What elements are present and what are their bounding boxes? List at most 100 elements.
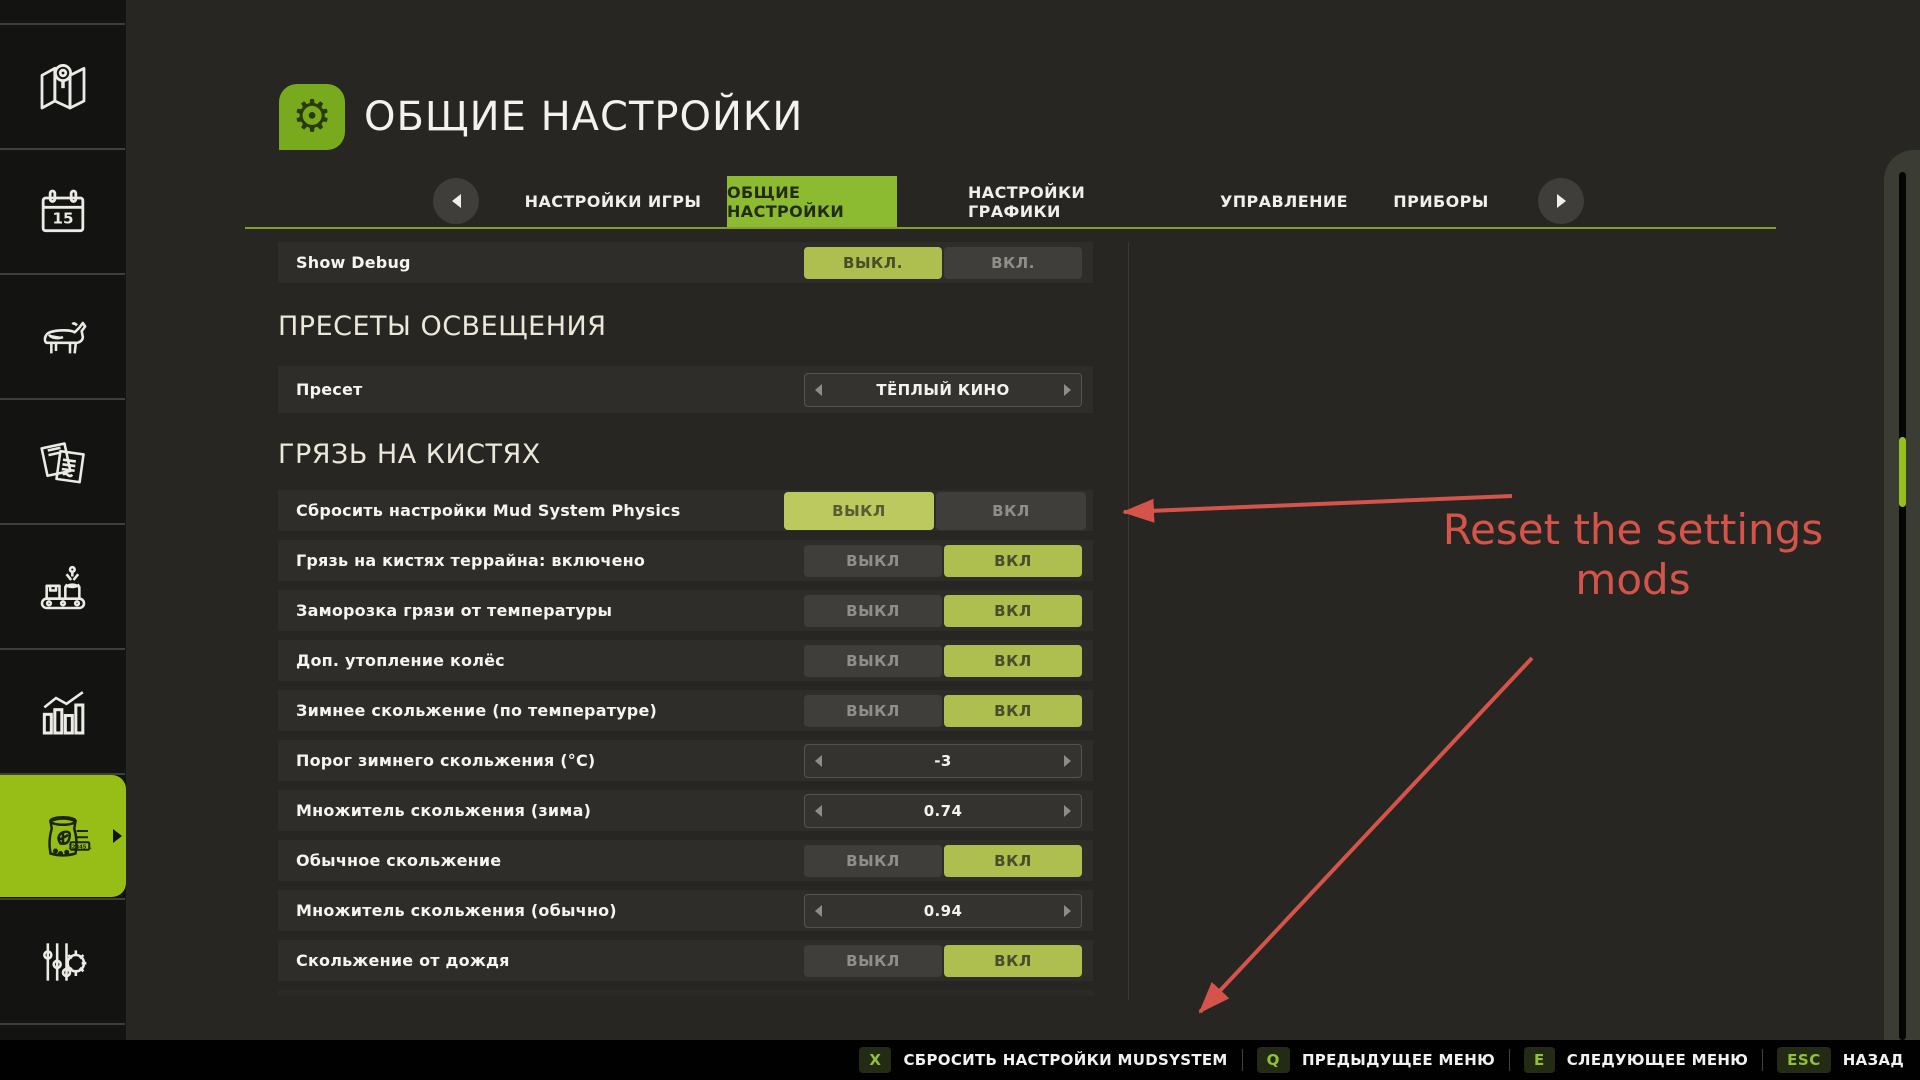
- keybind-label: СБРОСИТЬ НАСТРОЙКИ MUDSYSTEM: [903, 1051, 1227, 1069]
- setting-label: Порог зимнего скольжения (°C): [278, 751, 595, 770]
- stepper-value: -3: [805, 752, 1081, 770]
- key-badge-esc: ESC: [1777, 1047, 1831, 1073]
- toggle-off-button[interactable]: ВЫКЛ: [804, 595, 942, 627]
- stepper-winter-threshold: -3: [804, 744, 1082, 778]
- keybind-next-menu[interactable]: E СЛЕДУЮЩЕЕ МЕНЮ: [1524, 1047, 1748, 1073]
- setting-label: Заморозка грязи от температуры: [278, 601, 612, 620]
- annotation-line2: mods: [1408, 555, 1858, 605]
- row-show-debug: Show Debug ВЫКЛ. ВКЛ.: [278, 242, 1093, 283]
- row-winter-slip: Зимнее скольжение (по температуре) ВЫКЛ …: [278, 690, 1093, 731]
- stepper-value: 0.74: [805, 802, 1081, 820]
- annotation-text: Reset the settings mods: [1408, 505, 1858, 604]
- toggle-show-debug: ВЫКЛ. ВКЛ.: [804, 247, 1082, 279]
- row-mud-freeze: Заморозка грязи от температуры ВЫКЛ ВКЛ: [278, 590, 1093, 631]
- setting-label: Обычное скольжение: [278, 851, 501, 870]
- sidebar-item-settings[interactable]: [0, 900, 126, 1023]
- tab-general-settings-active[interactable]: ОБЩИЕ НАСТРОЙКИ: [727, 176, 897, 227]
- row-normal-slip: Обычное скольжение ВЫКЛ ВКЛ: [278, 840, 1093, 881]
- scrollbar-thumb[interactable]: [1899, 437, 1906, 507]
- key-badge-x: X: [859, 1047, 891, 1073]
- row-wheel-sink: Доп. утопление колёс ВЫКЛ ВКЛ: [278, 640, 1093, 681]
- sliders-gear-icon: [35, 934, 91, 990]
- content-divider: [1128, 242, 1129, 1000]
- tab-graphics-settings[interactable]: НАСТРОЙКИ ГРАФИКИ: [968, 176, 1184, 227]
- map-icon: [35, 59, 91, 115]
- toggle-on-button[interactable]: ВКЛ: [944, 945, 1082, 977]
- sidebar-item-statistics[interactable]: [0, 650, 126, 773]
- stepper-increase-icon[interactable]: [1064, 384, 1071, 396]
- toggle-mud-terrain: ВЫКЛ ВКЛ: [804, 545, 1082, 577]
- bottom-bar-divider: [1242, 1049, 1243, 1071]
- tabs-prev-button[interactable]: [433, 178, 479, 224]
- sidebar-item-animals[interactable]: [0, 275, 126, 398]
- toggle-winter-slip: ВЫКЛ ВКЛ: [804, 695, 1082, 727]
- toggle-off-button[interactable]: ВЫКЛ: [804, 945, 942, 977]
- toggle-on-button[interactable]: ВКЛ: [936, 492, 1086, 530]
- row-mud-terrain: Грязь на кистях террайна: включено ВЫКЛ …: [278, 540, 1093, 581]
- setting-label: Show Debug: [278, 253, 411, 272]
- keybind-label: НАЗАД: [1843, 1051, 1904, 1069]
- stepper-increase-icon[interactable]: [1064, 905, 1071, 917]
- scrollbar-track[interactable]: [1899, 172, 1906, 1040]
- stepper-value: ТЁПЛЫЙ КИНО: [805, 381, 1081, 399]
- keybind-back[interactable]: ESC НАЗАД: [1777, 1047, 1904, 1073]
- tab-underline: [245, 227, 1776, 229]
- bar-chart-icon: [35, 684, 91, 740]
- tabs-next-button[interactable]: [1538, 178, 1584, 224]
- setting-label: Множитель скольжения (зима): [278, 801, 591, 820]
- keybind-previous-menu[interactable]: Q ПРЕДЫДУЩЕЕ МЕНЮ: [1257, 1047, 1495, 1073]
- annotation-line1: Reset the settings: [1408, 505, 1858, 555]
- row-winter-slip-threshold: Порог зимнего скольжения (°C) -3: [278, 740, 1093, 781]
- sidebar-item-calendar[interactable]: 15: [0, 150, 126, 273]
- setting-label: Доп. утопление колёс: [278, 651, 505, 670]
- tab-controls[interactable]: УПРАВЛЕНИЕ: [1212, 176, 1356, 227]
- scrollbar-gutter: [1884, 150, 1920, 1040]
- row-rain-slip: Скольжение от дождя ВЫКЛ ВКЛ: [278, 940, 1093, 981]
- setting-label: Пресет: [278, 380, 363, 399]
- stepper-decrease-icon[interactable]: [815, 805, 822, 817]
- stepper-decrease-icon[interactable]: [815, 384, 822, 396]
- toggle-off-button[interactable]: ВЫКЛ: [804, 845, 942, 877]
- sidebar-item-production[interactable]: [0, 525, 126, 648]
- toggle-on-button[interactable]: ВКЛ: [944, 645, 1082, 677]
- setting-label: Множитель скольжения (обычно): [278, 901, 617, 920]
- bottom-keybind-bar: X СБРОСИТЬ НАСТРОЙКИ MUDSYSTEM Q ПРЕДЫДУ…: [0, 1040, 1920, 1080]
- tab-game-settings[interactable]: НАСТРОЙКИ ИГРЫ: [515, 176, 711, 227]
- sidebar: 15: [0, 0, 126, 1040]
- arrow-left-icon: [452, 194, 461, 208]
- stepper-preset: ТЁПЛЫЙ КИНО: [804, 373, 1082, 407]
- setting-label: Грязь на кистях террайна: включено: [278, 551, 645, 570]
- toggle-off-button[interactable]: ВЫКЛ.: [804, 247, 942, 279]
- toggle-on-button[interactable]: ВКЛ.: [944, 247, 1082, 279]
- toggle-on-button[interactable]: ВКЛ: [944, 845, 1082, 877]
- toggle-off-button[interactable]: ВЫКЛ: [784, 492, 934, 530]
- row-preset: Пресет ТЁПЛЫЙ КИНО: [278, 366, 1093, 413]
- keybind-reset-mudsystem[interactable]: X СБРОСИТЬ НАСТРОЙКИ MUDSYSTEM: [859, 1047, 1227, 1073]
- bottom-bar-divider: [1509, 1049, 1510, 1071]
- row-winter-slip-multiplier: Множитель скольжения (зима) 0.74: [278, 790, 1093, 831]
- stepper-decrease-icon[interactable]: [815, 755, 822, 767]
- stepper-increase-icon[interactable]: [1064, 755, 1071, 767]
- toggle-on-button[interactable]: ВКЛ: [944, 595, 1082, 627]
- toggle-off-button[interactable]: ВЫКЛ: [804, 545, 942, 577]
- sidebar-item-contracts[interactable]: [0, 400, 126, 523]
- section-title-lighting-presets: ПРЕСЕТЫ ОСВЕЩЕНИЯ: [278, 306, 1093, 346]
- row-mud-reset: Сбросить настройки Mud System Physics ВЫ…: [278, 490, 1093, 531]
- stepper-decrease-icon[interactable]: [815, 905, 822, 917]
- cow-icon: [34, 309, 92, 365]
- toggle-on-button[interactable]: ВКЛ: [944, 695, 1082, 727]
- toggle-on-button[interactable]: ВКЛ: [944, 545, 1082, 577]
- keybind-label: СЛЕДУЮЩЕЕ МЕНЮ: [1567, 1051, 1748, 1069]
- annotation-arrow-to-bottom: [1200, 658, 1532, 1012]
- keybind-label: ПРЕДЫДУЩЕЕ МЕНЮ: [1302, 1051, 1495, 1069]
- toggle-off-button[interactable]: ВЫКЛ: [804, 695, 942, 727]
- sidebar-item-map[interactable]: [0, 25, 126, 148]
- stepper-value: 0.94: [805, 902, 1081, 920]
- toggle-off-button[interactable]: ВЫКЛ: [804, 645, 942, 677]
- documents-icon: [35, 434, 91, 490]
- sidebar-item-prices-active[interactable]: 12345 L: [0, 775, 126, 897]
- gear-icon: ⚙: [292, 95, 331, 139]
- tab-devices[interactable]: ПРИБОРЫ: [1386, 176, 1496, 227]
- stepper-increase-icon[interactable]: [1064, 805, 1071, 817]
- svg-text:12345 L: 12345 L: [68, 845, 92, 851]
